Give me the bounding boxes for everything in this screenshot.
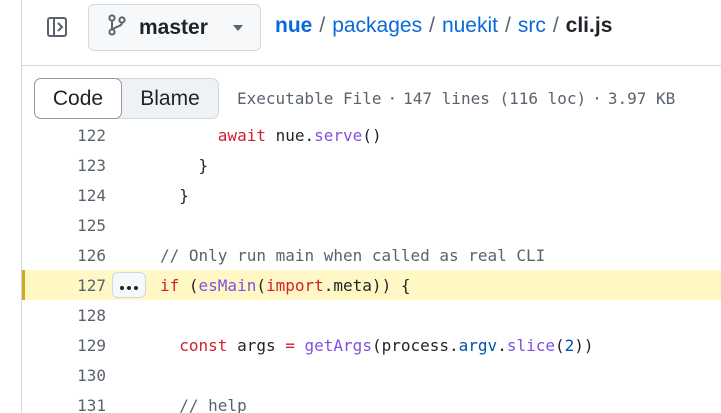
- code-token: (: [179, 275, 199, 295]
- line-number[interactable]: 123: [22, 156, 106, 175]
- triangle-down-icon: [232, 24, 244, 32]
- line-number[interactable]: 129: [22, 336, 106, 355]
- branch-name: master: [139, 15, 208, 39]
- breadcrumb-link-src[interactable]: src: [518, 14, 546, 38]
- code-line[interactable]: 127 if (esMain(import.meta)) {: [22, 270, 721, 300]
- line-number[interactable]: 124: [22, 186, 106, 205]
- breadcrumb-separator: /: [504, 14, 511, 37]
- code-token: await: [217, 128, 266, 145]
- code-token: )): [574, 335, 594, 355]
- breadcrumb-separator: /: [429, 14, 435, 37]
- code-line[interactable]: 122 await nue.serve(): [22, 128, 721, 150]
- code-text: await nue.serve(): [160, 128, 382, 145]
- code-token: const: [179, 335, 228, 355]
- code-line[interactable]: 131 // help: [22, 390, 721, 413]
- code-line[interactable]: 125: [22, 210, 721, 240]
- code-token: (process.: [371, 335, 459, 355]
- line-number[interactable]: 125: [22, 216, 106, 235]
- breadcrumb-link-packages[interactable]: packages: [332, 14, 422, 38]
- line-number[interactable]: 130: [22, 366, 106, 385]
- info-separator: ·: [592, 89, 602, 108]
- line-number[interactable]: 127: [22, 276, 106, 295]
- code-token: =: [285, 335, 295, 355]
- file-size: 3.97 KB: [607, 89, 676, 108]
- code-token: getArgs: [304, 335, 372, 355]
- breadcrumb-link-nuekit[interactable]: nuekit: [442, 14, 498, 38]
- code-line[interactable]: 124 }: [22, 180, 721, 210]
- file-info: Executable File · 147 lines (116 loc) · …: [237, 89, 675, 108]
- code-line[interactable]: 126 // Only run main when called as real …: [22, 240, 721, 270]
- blame-view-button[interactable]: Blame: [122, 79, 218, 118]
- code-line-menu-button[interactable]: [112, 272, 146, 298]
- code-token: .meta)) {: [323, 275, 411, 295]
- code-token: }: [160, 155, 209, 175]
- code-token: .: [497, 335, 507, 355]
- left-sidebar-edge: [0, 0, 22, 413]
- code-token: // help: [160, 395, 247, 413]
- code-token: if: [160, 275, 180, 295]
- code-token: nue.: [265, 128, 315, 145]
- code-token: 2: [564, 335, 575, 355]
- code-text: }: [160, 155, 209, 175]
- code-line[interactable]: 129 const args = getArgs(process.argv.sl…: [22, 330, 721, 360]
- code-token: serve: [314, 128, 363, 145]
- code-token: (: [256, 275, 266, 295]
- line-count: 147 lines (116 loc): [403, 89, 587, 108]
- code-token: }: [160, 185, 189, 205]
- view-mode-toggle: Code Blame: [34, 78, 219, 119]
- code-line[interactable]: 130: [22, 360, 721, 390]
- breadcrumb-link-repo[interactable]: nue: [275, 14, 312, 38]
- line-number[interactable]: 128: [22, 306, 106, 325]
- line-number[interactable]: 122: [22, 128, 106, 145]
- code-token: args: [227, 335, 286, 355]
- line-number[interactable]: 126: [22, 246, 106, 265]
- code-view-button[interactable]: Code: [34, 78, 122, 119]
- code-token: slice: [506, 335, 555, 355]
- code-text: const args = getArgs(process.argv.slice(…: [160, 335, 594, 355]
- code-token: argv: [458, 335, 498, 355]
- code-token: // Only run main when called as real CLI: [160, 245, 546, 265]
- code-token: import: [265, 275, 324, 295]
- expand-file-tree-button[interactable]: [34, 6, 80, 52]
- code-text: if (esMain(import.meta)) {: [160, 276, 410, 295]
- code-token: (: [555, 335, 565, 355]
- code-line[interactable]: 123 }: [22, 150, 721, 180]
- breadcrumb-separator: /: [552, 14, 559, 37]
- code-line[interactable]: 128: [22, 300, 721, 330]
- code-text: // help: [160, 395, 247, 413]
- sidebar-expand-icon: [46, 16, 68, 43]
- code-token: (): [362, 128, 382, 145]
- code-token: esMain: [198, 275, 257, 295]
- git-branch-icon: [107, 14, 127, 41]
- branch-selector-button[interactable]: master: [88, 4, 261, 51]
- current-file-name: cli.js: [565, 14, 613, 37]
- file-header: master nue / packages / nuekit / src / c…: [22, 0, 721, 65]
- kebab-horizontal-icon: [119, 276, 139, 295]
- code-view: 122 await nue.serve() 123 } 124 } 125 126// …: [22, 128, 721, 413]
- code-text: }: [160, 186, 189, 205]
- breadcrumb-separator: /: [319, 14, 326, 37]
- line-number[interactable]: 131: [22, 396, 106, 413]
- info-separator: ·: [387, 89, 398, 108]
- breadcrumb: nue / packages / nuekit / src / cli.js: [275, 14, 612, 38]
- code-text: // Only run main when called as real CLI: [160, 246, 545, 265]
- file-toolbar: Code Blame Executable File · 147 lines (…: [22, 66, 721, 128]
- file-type: Executable File: [237, 89, 382, 108]
